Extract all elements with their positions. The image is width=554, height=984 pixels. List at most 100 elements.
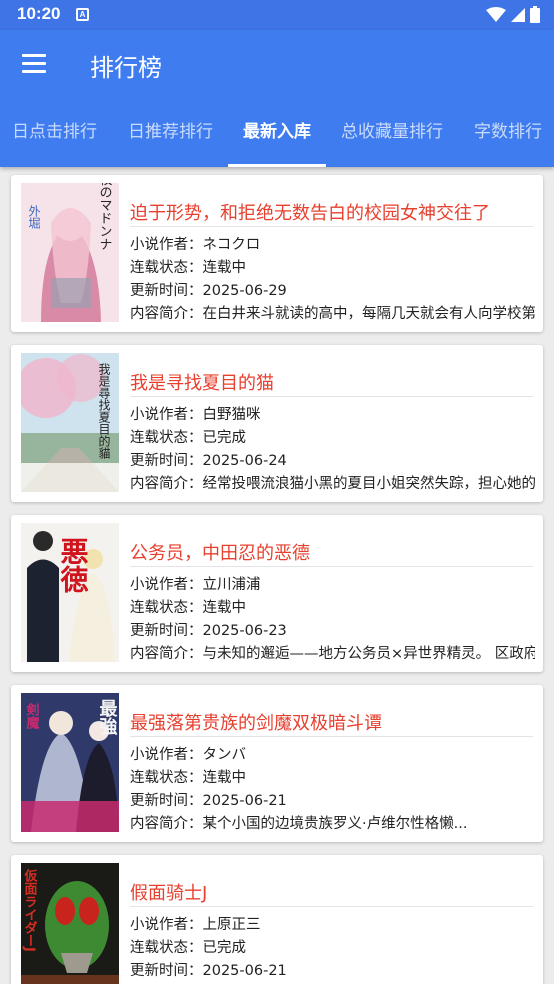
updated-label: 更新时间： <box>130 963 203 979</box>
book-updated: 更新时间：2025-06-23 <box>130 619 535 640</box>
book-summary: 内容简介：在白井来斗就读的高中，每隔几天就会有人向学校第一美少女告白 <box>130 302 535 323</box>
book-status: 连载状态：连载中 <box>130 256 535 277</box>
book-status: 连载状态：已完成 <box>130 426 535 447</box>
author-value: 上原正三 <box>202 917 261 933</box>
status-value: 已完成 <box>202 430 247 446</box>
tab-daily-recommend[interactable]: 日推荐排行 <box>128 114 213 167</box>
book-title: 最强落第贵族的剑魔双极暗斗谭 <box>130 713 382 734</box>
status-label: 连载状态： <box>130 430 203 446</box>
book-cover: 最強 剣魔 <box>21 693 119 832</box>
cover-text: 我是尋找夏目的貓 <box>97 363 111 459</box>
status-icons <box>486 6 540 23</box>
book-card[interactable]: 仮面ライダーJ 假面骑士J 小说作者：上原正三 连载状态：已完成 更新时间：20… <box>11 855 543 984</box>
updated-value: 2025-06-29 <box>202 283 287 299</box>
book-author: 小说作者：タンバ <box>130 743 535 764</box>
author-label: 小说作者： <box>130 407 203 423</box>
book-status: 连载状态：连载中 <box>130 596 535 617</box>
summary-value: 某个小国的边境贵族罗义·卢维尔性格懒... <box>202 816 468 832</box>
book-cover: 我是尋找夏目的貓 <box>21 353 119 492</box>
divider <box>130 566 533 567</box>
summary-label: 内容简介： <box>130 306 203 322</box>
divider <box>130 906 533 907</box>
menu-icon[interactable] <box>22 54 48 76</box>
book-author: 小说作者：白野猫咪 <box>130 403 535 424</box>
book-author: 小说作者：ネコクロ <box>130 233 535 254</box>
summary-label: 内容简介： <box>130 646 203 662</box>
book-updated: 更新时间：2025-06-29 <box>130 279 535 300</box>
book-card[interactable]: 我是尋找夏目的貓 我是寻找夏目的猫 小说作者：白野猫咪 连载状态：已完成 更新时… <box>11 345 543 502</box>
status-value: 连载中 <box>202 770 247 786</box>
summary-value: 在白井来斗就读的高中，每隔几天就会有人向学校第一美少女告白 <box>202 306 536 322</box>
status-label: 连载状态： <box>130 940 203 956</box>
status-label: 连载状态： <box>130 770 203 786</box>
book-card[interactable]: 最強 剣魔 最强落第贵族的剑魔双极暗斗谭 小说作者：タンバ 连载状态：连载中 更… <box>11 685 543 842</box>
author-label: 小说作者： <box>130 917 203 933</box>
updated-label: 更新时间： <box>130 453 203 469</box>
updated-value: 2025-06-23 <box>202 623 287 639</box>
author-label: 小说作者： <box>130 577 203 593</box>
summary-value: 经常投喂流浪猫小黑的夏目小姐突然失踪，担心她的小黑开始了寻找 <box>202 476 536 492</box>
status-label: 连载状态： <box>130 260 203 276</box>
book-title: 公务员，中田忍的恶德 <box>130 543 310 564</box>
updated-value: 2025-06-24 <box>202 453 287 469</box>
book-title: 我是寻找夏目的猫 <box>130 373 274 394</box>
book-card[interactable]: 悪徳 公务员，中田忍的恶德 小说作者：立川浦浦 连载状态：连载中 更新时间：20… <box>11 515 543 672</box>
status-label: 连载状态： <box>130 600 203 616</box>
updated-value: 2025-06-21 <box>202 793 287 809</box>
tab-word-count[interactable]: 字数排行 <box>474 114 542 167</box>
cover-text: 仮面ライダーJ <box>22 868 39 951</box>
book-card[interactable]: 学校のマドンナ 外堀 迫于形势，和拒绝无数告白的校园女神交往了 小说作者：ネコク… <box>11 175 543 332</box>
tab-total-favorites[interactable]: 总收藏量排行 <box>341 114 443 167</box>
updated-value: 2025-06-21 <box>202 963 287 979</box>
book-updated: 更新时间：2025-06-21 <box>130 789 535 810</box>
summary-label: 内容简介： <box>130 816 203 832</box>
tab-bar: 日点击排行 日推荐排行 最新入库 总收藏量排行 字数排行 <box>0 114 554 167</box>
page-title: 排行榜 <box>90 54 162 82</box>
book-status: 连载状态：已完成 <box>130 936 535 957</box>
divider <box>130 226 533 227</box>
status-time: 10:20 <box>17 4 61 23</box>
cover-text: 学校のマドンナ <box>97 183 113 251</box>
book-list: 学校のマドンナ 外堀 迫于形势，和拒绝无数告白的校园女神交往了 小说作者：ネコク… <box>0 167 554 984</box>
signal-icon <box>511 7 525 22</box>
book-summary: 内容简介：与未知的邂逅——地方公务员×异世界精灵。 区政府 <box>130 642 535 663</box>
updated-label: 更新时间： <box>130 283 203 299</box>
status-value: 已完成 <box>202 940 247 956</box>
tab-daily-clicks[interactable]: 日点击排行 <box>12 114 97 167</box>
divider <box>130 396 533 397</box>
book-cover: 学校のマドンナ 外堀 <box>21 183 119 322</box>
book-cover: 仮面ライダーJ <box>21 863 119 984</box>
status-value: 连载中 <box>202 600 247 616</box>
status-bar: 10:20 A <box>0 0 554 30</box>
cover-text-side: 剣魔 <box>24 702 41 730</box>
status-value: 连载中 <box>202 260 247 276</box>
app-bar: 排行榜 日点击排行 日推荐排行 最新入库 总收藏量排行 字数排行 <box>0 30 554 167</box>
book-title: 假面骑士J <box>130 883 208 904</box>
book-summary: 内容简介：经常投喂流浪猫小黑的夏目小姐突然失踪，担心她的小黑开始了寻找 <box>130 472 535 493</box>
summary-value: 与未知的邂逅——地方公务员×异世界精灵。 区政府 <box>202 646 536 662</box>
battery-icon <box>530 6 540 23</box>
book-updated: 更新时间：2025-06-21 <box>130 959 535 980</box>
book-status: 连载状态：连载中 <box>130 766 535 787</box>
author-label: 小说作者： <box>130 747 203 763</box>
cover-text-side: 外堀 <box>27 205 41 230</box>
author-value: ネコクロ <box>202 237 261 253</box>
book-author: 小说作者：立川浦浦 <box>130 573 535 594</box>
wifi-icon <box>486 6 506 22</box>
summary-label: 内容简介： <box>130 476 203 492</box>
book-cover: 悪徳 <box>21 523 119 662</box>
book-updated: 更新时间：2025-06-24 <box>130 449 535 470</box>
author-value: タンバ <box>202 747 247 763</box>
book-summary: 内容简介：某个小国的边境贵族罗义·卢维尔性格懒... <box>130 812 535 833</box>
cover-text: 悪徳 <box>57 537 90 593</box>
cover-text: 最強 <box>97 699 118 736</box>
author-value: 白野猫咪 <box>202 407 261 423</box>
divider <box>130 736 533 737</box>
updated-label: 更新时间： <box>130 623 203 639</box>
book-author: 小说作者：上原正三 <box>130 913 535 934</box>
tab-newest[interactable]: 最新入库 <box>243 114 311 167</box>
author-label: 小说作者： <box>130 237 203 253</box>
author-value: 立川浦浦 <box>202 577 261 593</box>
updated-label: 更新时间： <box>130 793 203 809</box>
book-title: 迫于形势，和拒绝无数告白的校园女神交往了 <box>130 203 490 224</box>
